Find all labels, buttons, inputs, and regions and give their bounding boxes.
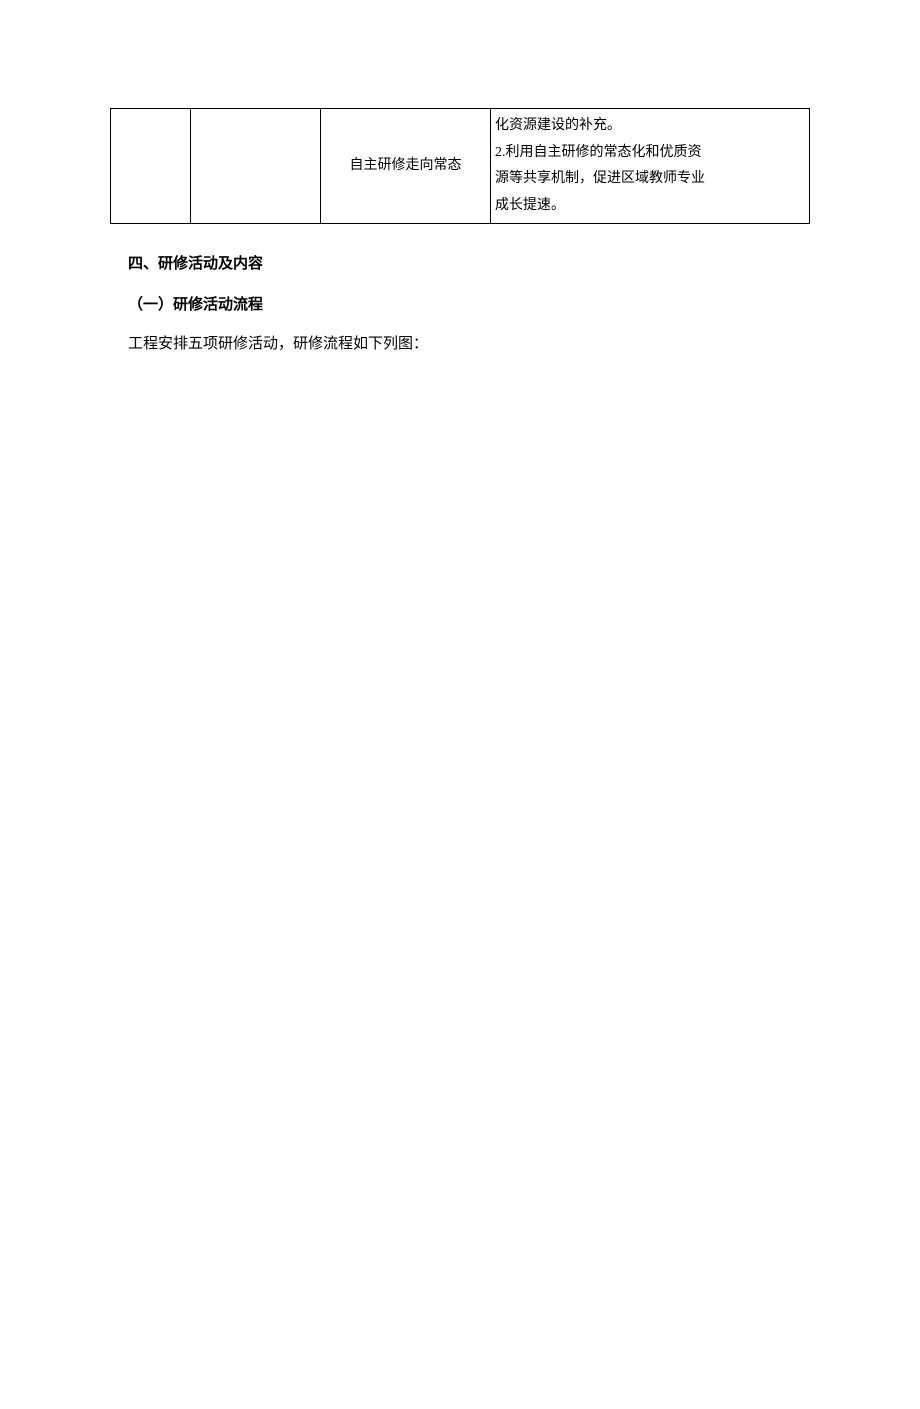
section-heading-4: 四、研修活动及内容 bbox=[128, 252, 810, 273]
table-cell-description: 化资源建设的补充。 2.利用自主研修的常态化和优质资 源等共享机制，促进区域教师… bbox=[491, 109, 810, 224]
table-cell-empty-2 bbox=[191, 109, 321, 224]
table-cell-line-4: 成长提速。 bbox=[495, 193, 805, 220]
table-cell-line-3: 源等共享机制，促进区域教师专业 bbox=[495, 166, 805, 193]
subsection-heading-1: （一）研修活动流程 bbox=[128, 293, 810, 314]
table-cell-line-1: 化资源建设的补充。 bbox=[495, 113, 805, 140]
content-table: 自主研修走向常态 化资源建设的补充。 2.利用自主研修的常态化和优质资 源等共享… bbox=[110, 108, 810, 224]
table-row: 自主研修走向常态 化资源建设的补充。 2.利用自主研修的常态化和优质资 源等共享… bbox=[111, 109, 810, 224]
table-cell-topic: 自主研修走向常态 bbox=[321, 109, 491, 224]
body-paragraph: 工程安排五项研修活动，研修流程如下列图： bbox=[128, 332, 810, 356]
table-cell-empty-1 bbox=[111, 109, 191, 224]
table-cell-line-2: 2.利用自主研修的常态化和优质资 bbox=[495, 140, 805, 167]
document-page: 自主研修走向常态 化资源建设的补充。 2.利用自主研修的常态化和优质资 源等共享… bbox=[0, 108, 920, 356]
